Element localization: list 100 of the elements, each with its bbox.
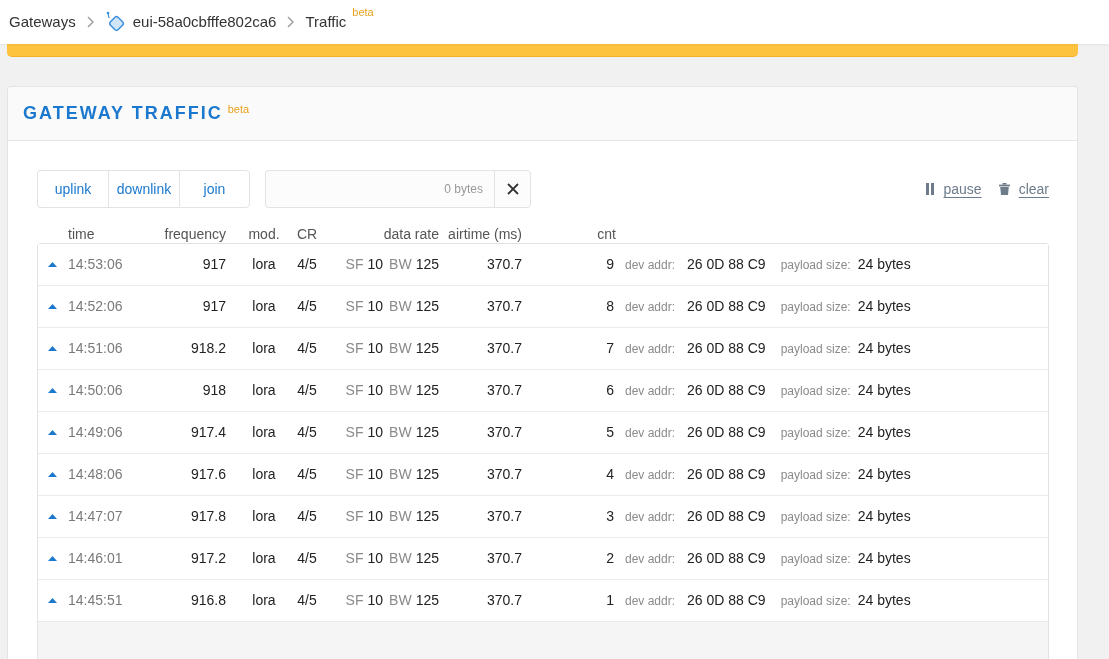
dev-addr-label: dev addr: bbox=[625, 509, 676, 526]
sf-label: SF bbox=[345, 381, 364, 400]
up-triangle-icon bbox=[48, 388, 57, 393]
dev-addr-label: dev addr: bbox=[625, 593, 676, 610]
dev-addr-value: 26 0D 88 C9 bbox=[687, 507, 766, 526]
payload-size-label: payload size: bbox=[780, 257, 851, 274]
sf-value: 10 bbox=[367, 465, 384, 484]
modulation-text: lora bbox=[252, 424, 276, 440]
dev-addr-label: dev addr: bbox=[625, 425, 676, 442]
sf-label: SF bbox=[345, 339, 364, 358]
column-header: cnt bbox=[596, 225, 616, 243]
modulation-text: lora bbox=[252, 298, 276, 314]
dev-addr-value: 26 0D 88 C9 bbox=[687, 591, 766, 610]
time-text: 14:53:06 bbox=[68, 256, 123, 272]
sf-value: 10 bbox=[367, 507, 384, 526]
bw-value: 125 bbox=[415, 297, 439, 316]
payload-size-label: payload size: bbox=[780, 299, 851, 316]
sf-value: 10 bbox=[367, 339, 384, 358]
frequency-value: 917 bbox=[202, 256, 226, 272]
coding-rate-text: 4/5 bbox=[297, 256, 317, 272]
time-text: 14:50:06 bbox=[68, 382, 123, 398]
sf-label: SF bbox=[345, 423, 364, 442]
bw-label: BW bbox=[389, 381, 412, 400]
bw-label: BW bbox=[389, 297, 412, 316]
gateway-icon bbox=[104, 11, 126, 33]
payload-size-value: 24 bytes bbox=[857, 423, 911, 442]
breadcrumb-link[interactable]: eui-58a0cbfffe802ca6 bbox=[132, 10, 277, 34]
column-header: time bbox=[68, 225, 96, 243]
up-triangle-icon bbox=[48, 556, 57, 561]
bw-label: BW bbox=[389, 507, 412, 526]
frequency-value: 917 bbox=[202, 298, 226, 314]
bw-label: BW bbox=[389, 465, 412, 484]
payload-filter-field[interactable]: 0 bytes bbox=[265, 170, 494, 208]
clear-link[interactable]: clear bbox=[998, 178, 1049, 200]
filter-button[interactable]: uplink bbox=[37, 170, 108, 208]
airtime-value: 370.7 bbox=[486, 382, 522, 398]
modulation-text: lora bbox=[252, 256, 276, 272]
up-triangle-icon bbox=[48, 304, 57, 309]
bw-value: 125 bbox=[415, 507, 439, 526]
payload-size-label: payload size: bbox=[780, 467, 851, 484]
breadcrumb-link[interactable]: Traffic bbox=[305, 10, 347, 34]
airtime-value: 370.7 bbox=[486, 466, 522, 482]
sf-label: SF bbox=[345, 297, 364, 316]
sf-value: 10 bbox=[367, 549, 384, 568]
filter-button[interactable]: join bbox=[179, 170, 250, 208]
pause-link[interactable]: pause bbox=[926, 178, 982, 200]
payload-size-value: 24 bytes bbox=[857, 255, 911, 274]
dev-addr-value: 26 0D 88 C9 bbox=[687, 549, 766, 568]
count-value: 5 bbox=[606, 424, 614, 440]
panel-title: GATEWAY TRAFFIC bbox=[23, 102, 223, 125]
up-triangle-icon bbox=[48, 430, 57, 435]
frequency-value: 916.8 bbox=[190, 592, 226, 608]
time-text: 14:45:51 bbox=[68, 592, 123, 608]
coding-rate-text: 4/5 bbox=[297, 298, 317, 314]
modulation-text: lora bbox=[252, 592, 276, 608]
payload-size-value: 24 bytes bbox=[857, 507, 911, 526]
airtime-value: 370.7 bbox=[486, 424, 522, 440]
frequency-value: 918.2 bbox=[190, 340, 226, 356]
up-triangle-icon bbox=[48, 514, 57, 519]
payload-size-value: 24 bytes bbox=[857, 297, 911, 316]
coding-rate-text: 4/5 bbox=[297, 424, 317, 440]
frequency-value: 917.8 bbox=[190, 508, 226, 524]
airtime-value: 370.7 bbox=[486, 298, 522, 314]
payload-size-value: 24 bytes bbox=[857, 549, 911, 568]
payload-size-value: 24 bytes bbox=[857, 591, 911, 610]
chevron-right-icon bbox=[86, 16, 94, 28]
time-text: 14:49:06 bbox=[68, 424, 123, 440]
sf-value: 10 bbox=[367, 255, 384, 274]
bw-value: 125 bbox=[415, 591, 439, 610]
count-value: 7 bbox=[606, 340, 614, 356]
bw-label: BW bbox=[389, 549, 412, 568]
time-text: 14:46:01 bbox=[68, 550, 123, 566]
up-triangle-icon bbox=[48, 262, 57, 267]
dev-addr-value: 26 0D 88 C9 bbox=[687, 381, 766, 400]
chevron-right-icon bbox=[287, 16, 295, 28]
airtime-value: 370.7 bbox=[486, 340, 522, 356]
column-header: mod. bbox=[247, 225, 281, 243]
time-text: 14:51:06 bbox=[68, 340, 123, 356]
sf-label: SF bbox=[345, 591, 364, 610]
beta-label: beta bbox=[352, 5, 374, 20]
dev-addr-label: dev addr: bbox=[625, 383, 676, 400]
bw-label: BW bbox=[389, 423, 412, 442]
payload-size-label: payload size: bbox=[780, 425, 851, 442]
modulation-text: lora bbox=[252, 466, 276, 482]
breadcrumb-link[interactable]: Gateways bbox=[9, 10, 76, 34]
airtime-value: 370.7 bbox=[486, 508, 522, 524]
clear-filter-button[interactable] bbox=[494, 170, 531, 208]
payload-size-label: payload size: bbox=[780, 341, 851, 358]
payload-size-label: payload size: bbox=[780, 551, 851, 568]
column-header: frequency bbox=[163, 225, 226, 243]
bw-value: 125 bbox=[415, 549, 439, 568]
airtime-value: 370.7 bbox=[486, 550, 522, 566]
modulation-text: lora bbox=[252, 508, 276, 524]
frequency-value: 917.6 bbox=[190, 466, 226, 482]
filter-button[interactable]: downlink bbox=[108, 170, 179, 208]
airtime-value: 370.7 bbox=[486, 592, 522, 608]
bw-label: BW bbox=[389, 591, 412, 610]
payload-size-label: payload size: bbox=[780, 509, 851, 526]
dev-addr-label: dev addr: bbox=[625, 257, 676, 274]
up-triangle-icon bbox=[48, 598, 57, 603]
